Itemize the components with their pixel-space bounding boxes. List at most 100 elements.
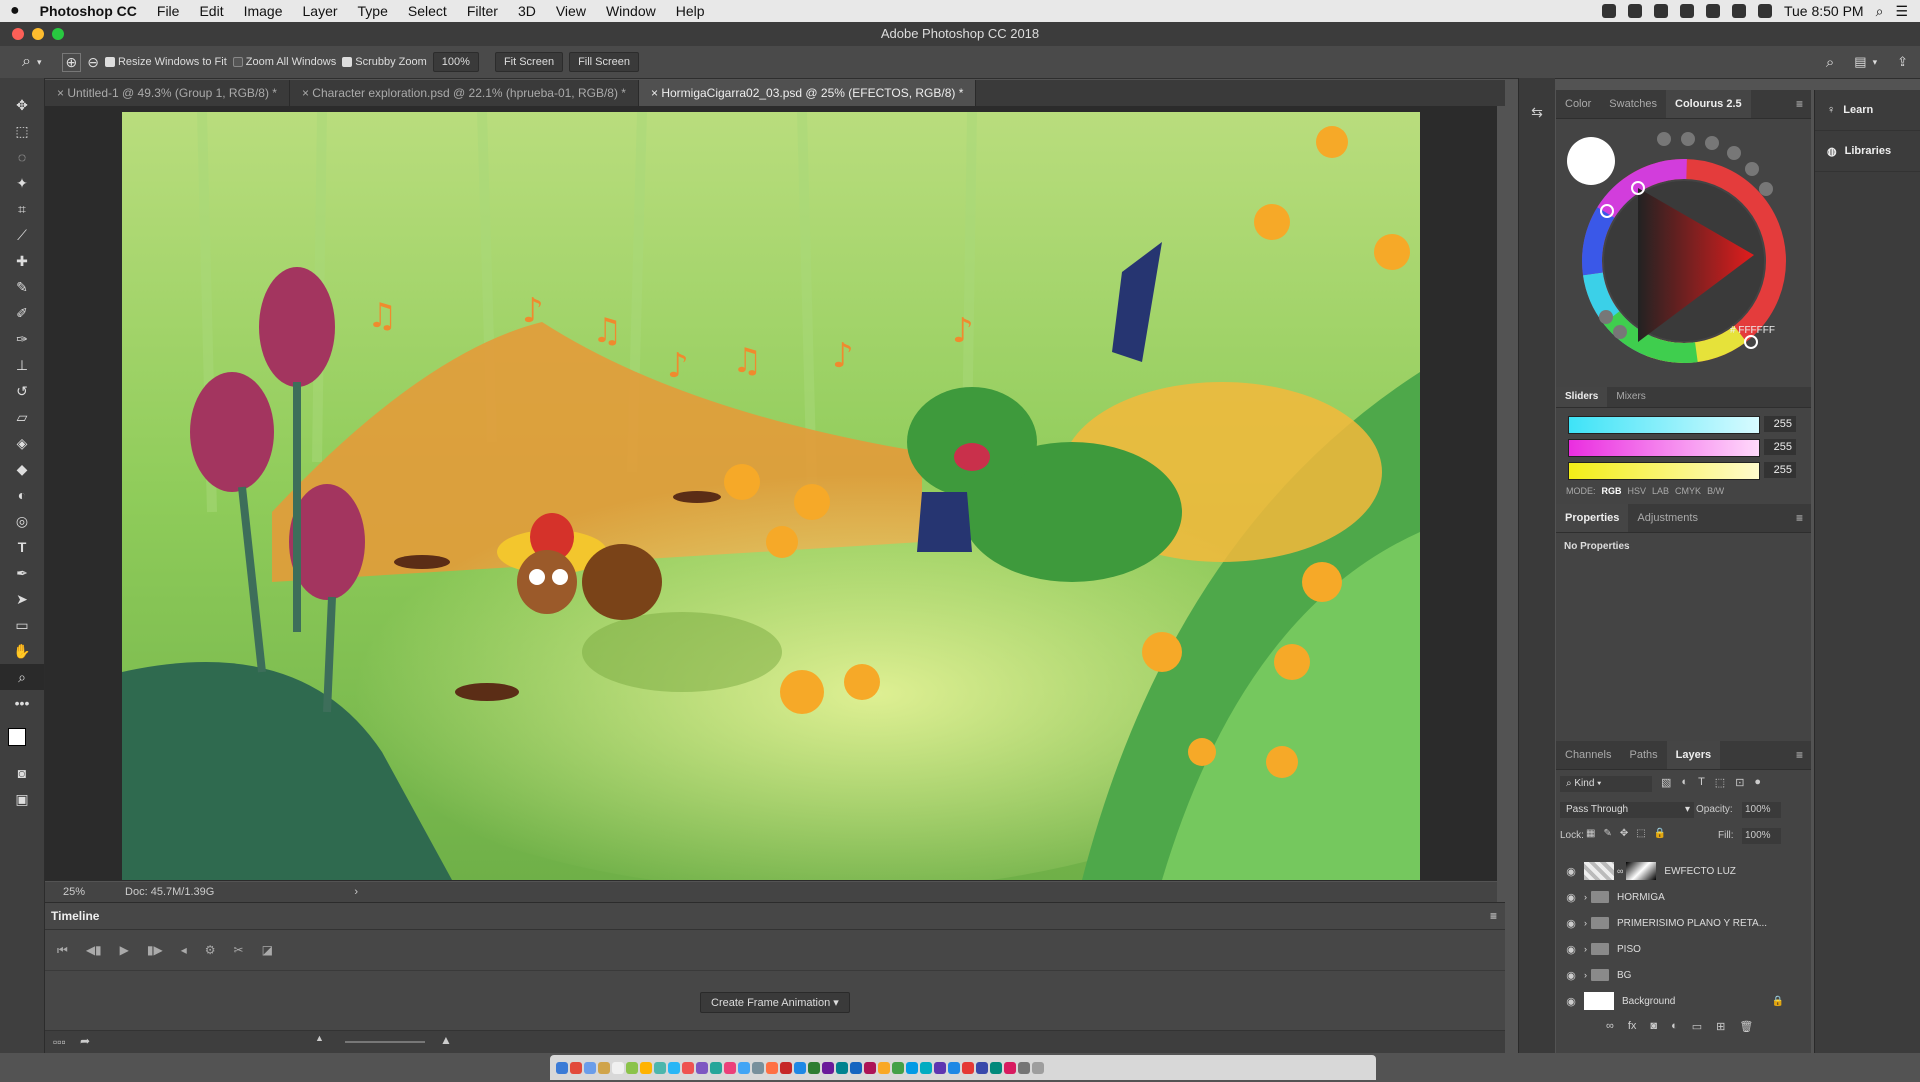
foreground-color-swatch[interactable]: [8, 728, 26, 746]
workspace-icon[interactable]: ▤: [1854, 54, 1866, 70]
layer-row-piso[interactable]: ◉ › PISO: [1556, 936, 1796, 962]
screen-mode-icon[interactable]: ▣: [0, 786, 44, 812]
paint-bucket-tool-icon[interactable]: ◈: [0, 430, 44, 456]
next-frame-icon[interactable]: ▮▶: [147, 943, 163, 957]
document-artwork[interactable]: ♫ ♪ ♫ ♪ ♫ ♪ ♪: [122, 112, 1420, 880]
zoom-tool-selected-icon[interactable]: ⌕: [0, 664, 44, 690]
illustrator-icon[interactable]: [766, 1061, 778, 1074]
slack-icon[interactable]: [934, 1061, 946, 1074]
menu-photoshop[interactable]: Photoshop CC: [30, 3, 147, 19]
timemachine-icon[interactable]: [1705, 4, 1720, 18]
close-window-icon[interactable]: [12, 28, 24, 40]
tab-mixers[interactable]: Mixers: [1607, 387, 1654, 407]
hand-tool-icon[interactable]: ✋: [0, 638, 44, 664]
menu-3d[interactable]: 3D: [508, 3, 546, 19]
settings-gear-icon[interactable]: ⚙: [205, 943, 216, 957]
layer-row-bg[interactable]: ◉ › BG: [1556, 962, 1796, 988]
menu-window[interactable]: Window: [596, 3, 666, 19]
mode-rgb[interactable]: RGB: [1602, 486, 1622, 496]
fill-value[interactable]: 100%: [1742, 828, 1781, 844]
first-frame-icon[interactable]: ⏮: [57, 943, 68, 958]
mixer-brush-tool-icon[interactable]: ✐: [0, 300, 44, 326]
downloads-icon[interactable]: [1018, 1061, 1030, 1074]
menu-edit[interactable]: Edit: [189, 3, 233, 19]
cyan-slider[interactable]: [1568, 416, 1760, 434]
yellow-slider[interactable]: [1568, 462, 1760, 480]
menu-select[interactable]: Select: [398, 3, 457, 19]
bluetooth-icon[interactable]: [1757, 4, 1772, 18]
link-icon[interactable]: ∞: [1617, 866, 1623, 876]
zoom-out-icon[interactable]: ⊖: [87, 54, 99, 71]
layer-row-background[interactable]: ◉ Background 🔒: [1556, 988, 1796, 1014]
audio-icon[interactable]: ◂: [181, 943, 187, 957]
clone-stamp-tool-icon[interactable]: ⊥: [0, 352, 44, 378]
more-tools-icon[interactable]: •••: [0, 690, 44, 716]
zoom-tool-icon[interactable]: ⌕: [22, 53, 31, 71]
acrobat-icon[interactable]: [780, 1061, 792, 1074]
itunes-icon[interactable]: [724, 1061, 736, 1074]
zoom-100-button[interactable]: 100%: [432, 52, 479, 72]
expand-chevron-icon[interactable]: ›: [1584, 892, 1587, 902]
search-icon[interactable]: ⌕: [1826, 54, 1834, 71]
premiere-icon[interactable]: [1004, 1061, 1016, 1074]
clock[interactable]: Tue 8:50 PM: [1784, 3, 1864, 19]
shape-filter-icon[interactable]: ⬚: [1715, 776, 1725, 789]
finder-icon[interactable]: [556, 1061, 568, 1074]
lock-position-icon[interactable]: ✥: [1620, 828, 1628, 839]
dreamweaver-icon[interactable]: [808, 1061, 820, 1074]
layer-lock-icon[interactable]: 🔒: [1772, 996, 1784, 1007]
notes-icon[interactable]: [598, 1061, 610, 1074]
fit-screen-button[interactable]: Fit Screen: [494, 52, 564, 72]
convert-frames-icon[interactable]: ▫▫▫: [53, 1035, 66, 1049]
apple-menu-icon[interactable]: ●: [0, 2, 30, 20]
magenta-value[interactable]: 255: [1764, 439, 1796, 455]
split-scissors-icon[interactable]: ✂: [234, 943, 244, 957]
chrome-icon[interactable]: [570, 1061, 582, 1074]
creative-cloud-icon[interactable]: [1679, 4, 1694, 18]
mixer-brush-alt-tool-icon[interactable]: ✑: [0, 326, 44, 352]
timeline-menu-icon[interactable]: ≡: [1490, 903, 1497, 929]
crop-tool-icon[interactable]: ⌗: [0, 196, 44, 222]
trash-icon[interactable]: [1032, 1061, 1044, 1074]
quick-mask-icon[interactable]: ◙: [0, 760, 44, 786]
expand-chevron-icon[interactable]: ›: [1584, 918, 1587, 928]
photos-icon[interactable]: [640, 1061, 652, 1074]
menu-filter[interactable]: Filter: [457, 3, 508, 19]
smart-object-filter-icon[interactable]: ⊡: [1735, 776, 1744, 789]
layer-row-hormiga[interactable]: ◉ › HORMIGA: [1556, 884, 1796, 910]
cloud-icon[interactable]: [1653, 4, 1668, 18]
expand-chevron-icon[interactable]: ›: [1584, 970, 1587, 980]
mode-cmyk[interactable]: CMYK: [1675, 486, 1701, 496]
magic-wand-tool-icon[interactable]: ✦: [0, 170, 44, 196]
lock-artboard-icon[interactable]: ⬚: [1636, 828, 1645, 839]
move-tool-icon[interactable]: ✥: [0, 92, 44, 118]
delete-layer-icon[interactable]: 🗑: [1739, 1020, 1753, 1033]
zoom-in-timeline-icon[interactable]: ▲: [440, 1033, 452, 1047]
fx-icon[interactable]: fx: [1628, 1020, 1637, 1033]
new-layer-icon[interactable]: ⊞: [1716, 1020, 1725, 1033]
marquee-tool-icon[interactable]: ⬚: [0, 118, 44, 144]
lock-all-icon[interactable]: 🔒: [1654, 828, 1666, 839]
previous-frame-icon[interactable]: ◀▮: [86, 943, 102, 957]
share-icon[interactable]: ⇪: [1897, 54, 1908, 70]
adjustment-filter-icon[interactable]: ◐: [1681, 776, 1688, 789]
menu-file[interactable]: File: [147, 3, 190, 19]
kind-filter-select[interactable]: ⌕ Kind ▾: [1560, 776, 1652, 792]
new-adjustment-icon[interactable]: ◐: [1671, 1020, 1678, 1033]
menu-layer[interactable]: Layer: [293, 3, 348, 19]
zoom-in-icon[interactable]: ⊕: [61, 52, 82, 72]
visibility-eye-icon[interactable]: ◉: [1564, 891, 1578, 904]
telegram-icon[interactable]: [948, 1061, 960, 1074]
menu-type[interactable]: Type: [348, 3, 398, 19]
preferences-icon[interactable]: [752, 1061, 764, 1074]
healing-brush-tool-icon[interactable]: ✚: [0, 248, 44, 274]
facetime-icon[interactable]: [710, 1061, 722, 1074]
tab-layers[interactable]: Layers: [1666, 741, 1721, 769]
properties-menu-icon[interactable]: ≡: [1796, 511, 1803, 525]
layer-mask-thumbnail[interactable]: [1626, 862, 1657, 880]
lasso-tool-icon[interactable]: ◌: [0, 144, 44, 170]
xcode-icon[interactable]: [892, 1061, 904, 1074]
tab-sliders[interactable]: Sliders: [1556, 387, 1608, 407]
color-wheel[interactable]: [1556, 119, 1796, 387]
eyedropper-tool-icon[interactable]: ⟋: [0, 222, 44, 248]
